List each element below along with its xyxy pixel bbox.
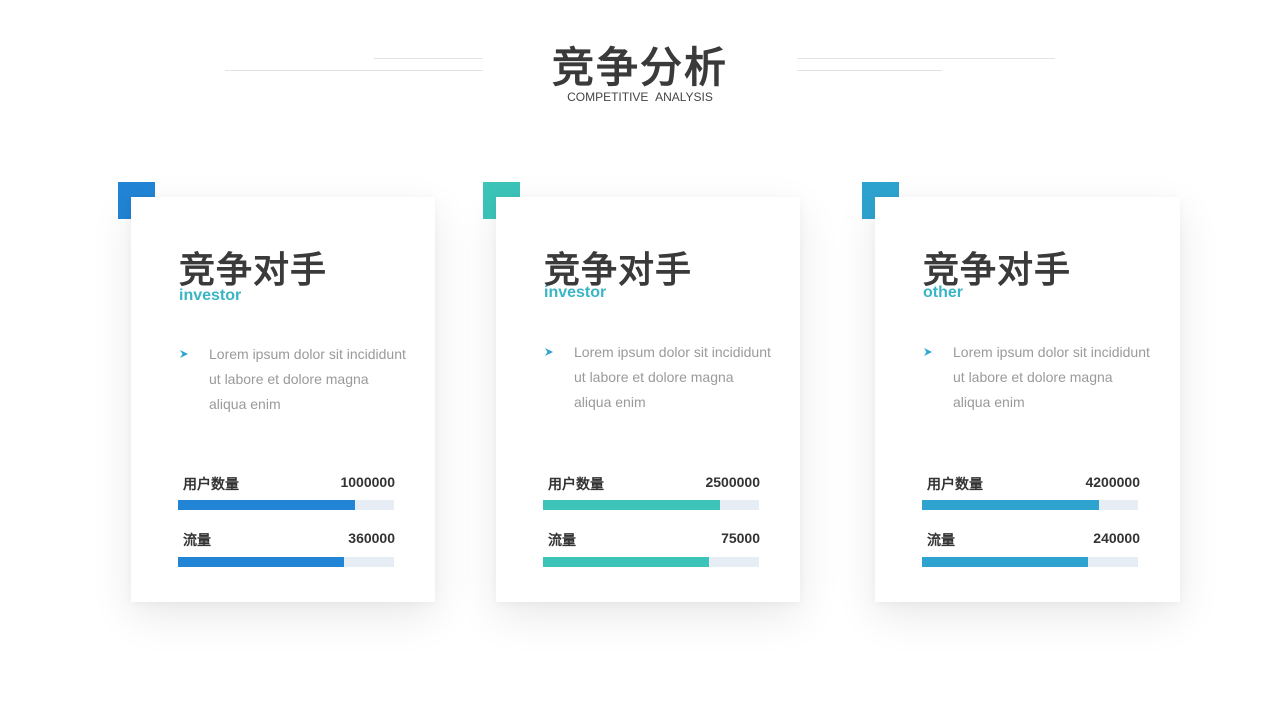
card-subtitle: investor [179,287,242,304]
progress-bar-traffic [178,557,394,567]
metric-value-users: 4200000 [1085,474,1140,490]
card-description: Lorem ipsum dolor sit incididunt ut labo… [953,344,1150,410]
competitor-card-1: 竞争对手 investor Lorem ipsum dolor sit inci… [118,182,436,602]
arrow-bullet-icon [924,348,932,356]
metric-label-users: 用户数量 [927,476,983,492]
metric-value-traffic: 75000 [721,530,760,546]
competitor-card-3: 竞争对手 other Lorem ipsum dolor sit incidid… [862,182,1180,602]
progress-bar-fill [922,557,1088,567]
progress-bar-fill [178,557,344,567]
page-title: 竞争分析 [551,44,728,91]
metric-label-users: 用户数量 [548,476,604,492]
metric-value-users: 1000000 [340,474,395,490]
progress-bar-fill [178,500,355,510]
card-body: 竞争对手 investor Lorem ipsum dolor sit inci… [496,197,800,602]
metric-value-traffic: 240000 [1093,530,1140,546]
metric-label-traffic: 流量 [183,532,211,548]
card-subtitle: other [923,284,963,301]
arrow-bullet-icon [545,348,553,356]
card-title: 竞争对手 [179,249,328,290]
metric-value-users: 2500000 [705,474,760,490]
slide: 竞争分析 COMPETITIVE ANALYSIS 竞争对手 investor … [0,0,1280,720]
card-body: 竞争对手 investor Lorem ipsum dolor sit inci… [131,197,435,602]
card-description: Lorem ipsum dolor sit incididunt ut labo… [574,344,771,410]
metric-value-traffic: 360000 [348,530,395,546]
page-subtitle: COMPETITIVE ANALYSIS [567,90,713,104]
card-subtitle: investor [544,284,607,301]
progress-bar-fill [543,500,720,510]
metric-label-traffic: 流量 [548,532,576,548]
progress-bar-users [543,500,759,510]
progress-bar-users [922,500,1138,510]
competitor-card-2: 竞争对手 investor Lorem ipsum dolor sit inci… [483,182,801,602]
metric-label-traffic: 流量 [927,532,955,548]
progress-bar-traffic [922,557,1138,567]
progress-bar-fill [922,500,1099,510]
progress-bar-users [178,500,394,510]
card-description: Lorem ipsum dolor sit incididunt ut labo… [209,346,406,412]
progress-bar-fill [543,557,709,567]
progress-bar-traffic [543,557,759,567]
card-body: 竞争对手 other Lorem ipsum dolor sit incidid… [875,197,1180,602]
metric-label-users: 用户数量 [183,476,239,492]
arrow-bullet-icon [180,350,188,358]
